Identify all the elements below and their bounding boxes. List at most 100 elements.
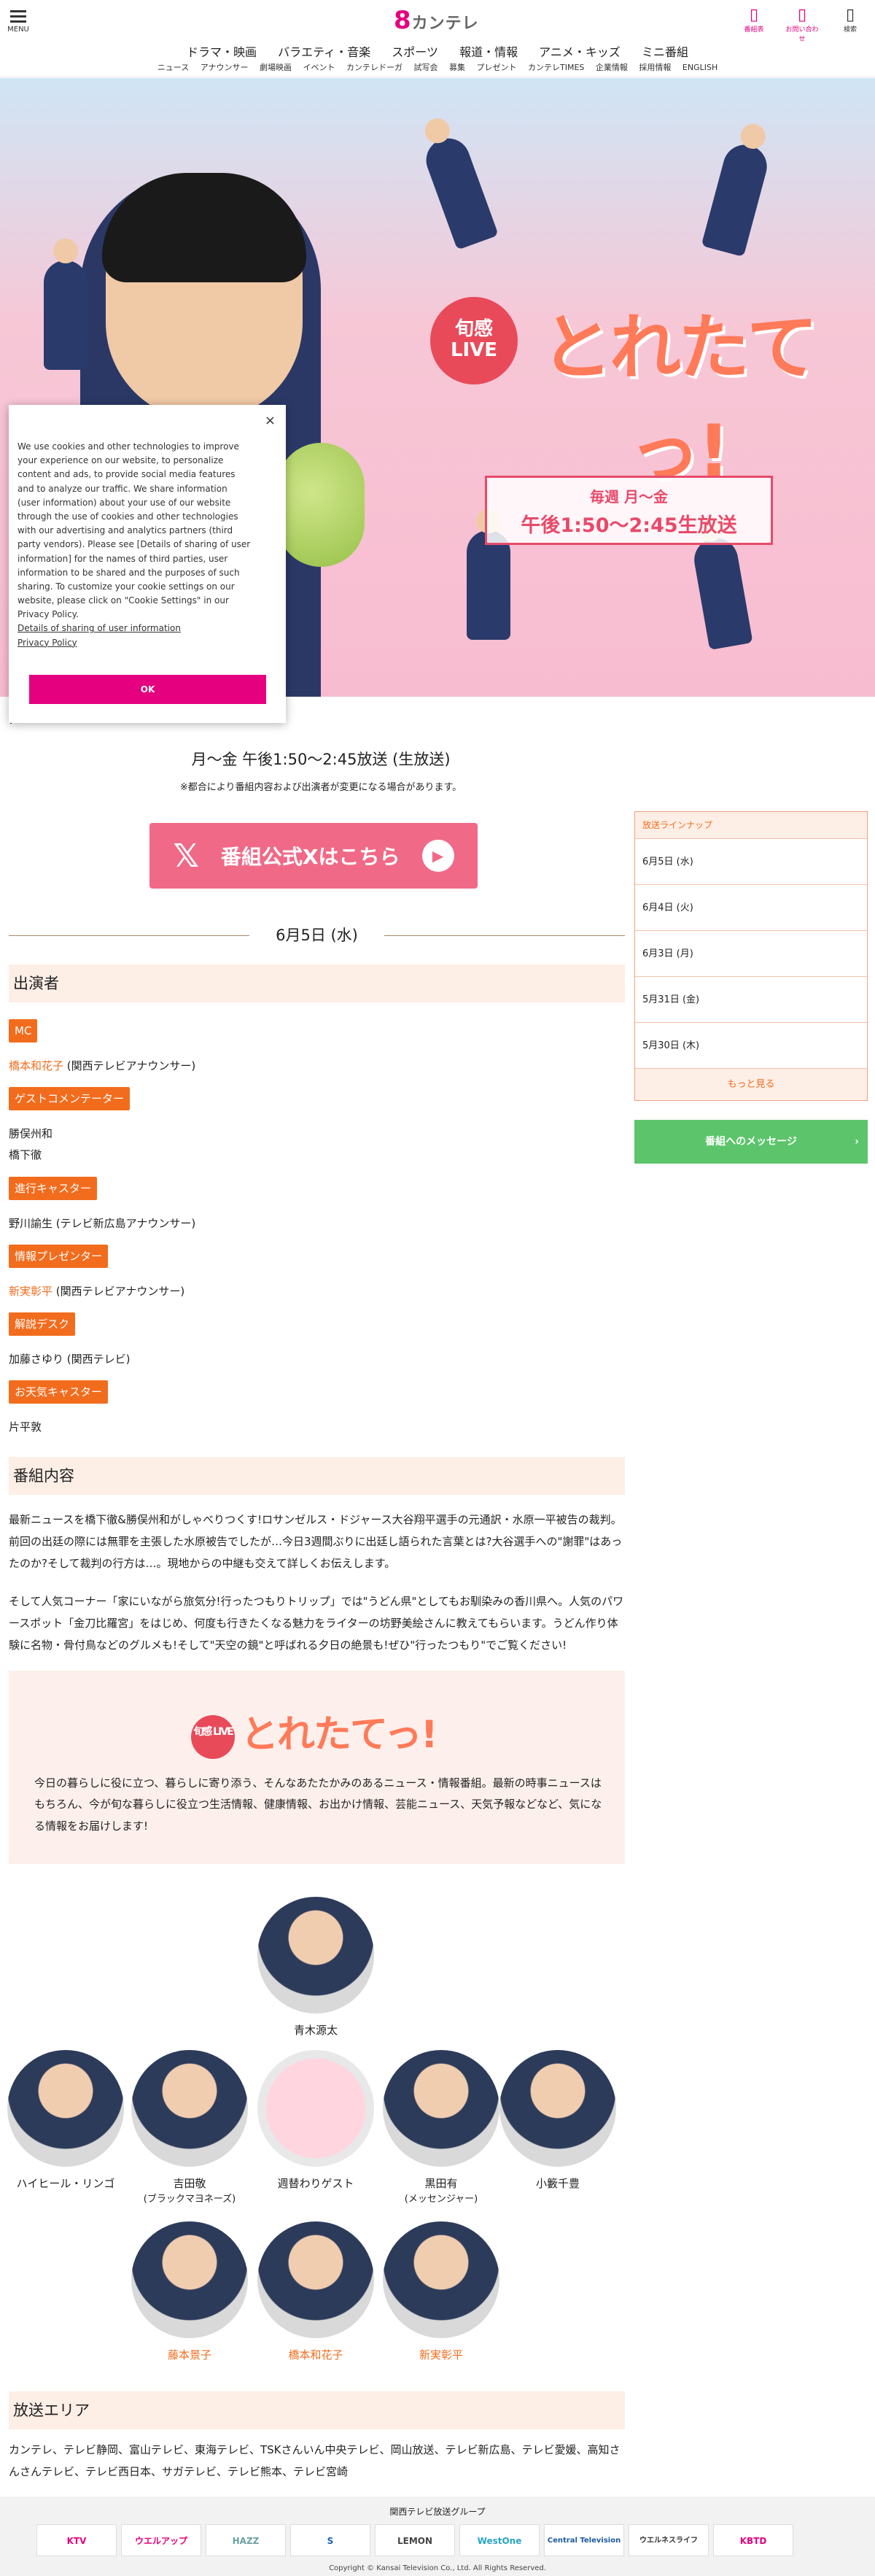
program-guide-button[interactable]: ▯ 番組表: [736, 6, 771, 43]
cast-card-name: 新実彰平: [419, 2348, 463, 2362]
area-text: カンテレ、テレビ静岡、富山テレビ、東海テレビ、TSKさんいん中央テレビ、岡山放送…: [9, 2443, 621, 2478]
role-tag-presenter: 情報プレゼンター: [9, 1245, 109, 1268]
subnav-recruit[interactable]: 募集: [449, 63, 465, 72]
contact-label: お問い合わせ: [785, 26, 819, 43]
group-logo[interactable]: ウエルアップ: [121, 2524, 201, 2556]
cast-name: 週替わりゲスト: [277, 2177, 354, 2190]
cast-name-link[interactable]: 橋本和花子: [9, 1059, 63, 1072]
lineup-item[interactable]: 6月4日 (火): [635, 884, 867, 930]
nav-sports[interactable]: スポーツ: [392, 45, 438, 59]
cast-name-link[interactable]: 新実彰平: [9, 1285, 52, 1298]
program-info-box: 旬感 LIVE とれたてっ! 今日の暮らしに役に立つ、暮らしに寄り添う、そんなあた…: [9, 1671, 625, 1864]
cast-card-tuesday[interactable]: 吉田敬 (ブラックマヨネーズ): [131, 2050, 248, 2205]
program-description: 今日の暮らしに役に立つ、暮らしに寄り添う、そんなあたたかみのあるニュース・情報番…: [34, 1776, 602, 1833]
cast-card-caster-3[interactable]: 新実彰平: [383, 2221, 499, 2362]
message-button[interactable]: 番組へのメッセージ ›: [634, 1120, 868, 1164]
group-logo[interactable]: LEMON: [375, 2524, 455, 2556]
cast-card-name: 黒田有 (メッセンジャー): [383, 2175, 499, 2205]
lineup-heading: 放送ラインナップ: [635, 812, 867, 838]
subnav-company[interactable]: 企業情報: [596, 63, 628, 72]
header-icons: ▯ 番組表 ▯ お問い合わせ ▯ 検索: [736, 6, 868, 43]
group-logo[interactable]: HAZZ: [206, 2524, 286, 2556]
ok-button[interactable]: OK: [29, 675, 266, 704]
group-logo[interactable]: KTV: [36, 2524, 117, 2556]
cast-card-name: 週替わりゲスト: [257, 2175, 374, 2191]
subnav-present[interactable]: プレゼント: [477, 63, 517, 72]
cast-photo: [257, 2050, 374, 2167]
cast-card-mc[interactable]: 青木源太: [257, 1897, 374, 2038]
logo-text: カンテレ: [411, 15, 479, 33]
details-link[interactable]: Details of sharing of user information: [18, 622, 277, 635]
cast-photo: [383, 2221, 499, 2338]
program-guide-label: 番組表: [744, 26, 764, 34]
phone-icon: ▯: [749, 6, 759, 24]
cast-card-monday[interactable]: ハイヒール・リンゴ: [7, 2050, 124, 2191]
lineup-item[interactable]: 6月5日 (水): [635, 838, 867, 884]
cast-photo: [499, 2050, 616, 2167]
cast-name: ハイヒール・リンゴ: [16, 2177, 115, 2190]
lineup-item[interactable]: 5月31日 (金): [635, 976, 867, 1022]
lineup-item[interactable]: 5月30日 (木): [635, 1022, 867, 1068]
subnav-news[interactable]: ニュース: [158, 63, 189, 72]
message-label: 番組へのメッセージ: [705, 1136, 797, 1148]
cast-photo: [257, 1897, 374, 2014]
cast-card-wednesday[interactable]: 週替わりゲスト: [257, 2050, 374, 2191]
subnav-announcer[interactable]: アナウンサー: [201, 63, 249, 72]
group-logo[interactable]: WestOne: [459, 2524, 540, 2556]
close-icon[interactable]: ×: [265, 411, 276, 432]
subnav-douga[interactable]: カンテレドーガ: [346, 63, 402, 72]
airtime-text: 月〜金 午後1:50〜2:45放送 (生放送): [191, 751, 451, 768]
content-heading: 番組内容: [9, 1457, 625, 1495]
role-tag-guest: ゲストコメンテーター: [9, 1087, 131, 1110]
x-official-banner[interactable]: 𝕏 番組公式Xはこちら ▶: [149, 823, 478, 889]
sub-nav: ニュース アナウンサー 劇場映画 イベント カンテレドーガ 試写会 募集 プレゼ…: [0, 61, 875, 73]
x-banner-label: 番組公式Xはこちら: [220, 845, 400, 869]
cast-caster: 野川諭生 (テレビ新広島アナウンサー): [9, 1217, 196, 1230]
contact-button[interactable]: ▯ お問い合わせ: [785, 6, 820, 43]
cast-photo: [7, 2050, 124, 2167]
more-button[interactable]: もっと見る: [635, 1068, 867, 1100]
nav-drama[interactable]: ドラマ・映画: [187, 45, 257, 59]
subnav-preview[interactable]: 試写会: [414, 63, 438, 72]
cast-card-friday[interactable]: 小籔千豊: [499, 2050, 616, 2191]
group-title: 関西テレビ放送グループ: [389, 2507, 486, 2517]
chevron-right-icon: ›: [855, 1136, 859, 1148]
cast-card-name: 橋本和花子: [288, 2348, 343, 2362]
cast-card-caster-2[interactable]: 橋本和花子: [257, 2221, 374, 2362]
menu-button[interactable]: MENU: [7, 7, 29, 36]
nav-mini[interactable]: ミニ番組: [642, 45, 688, 59]
lineup-item[interactable]: 6月3日 (月): [635, 930, 867, 976]
site-header: MENU 8カンテレ ▯ 番組表 ▯ お問い合わせ ▯ 検索 ドラマ・映画 バラエティ…: [0, 0, 875, 77]
nav-news-info[interactable]: 報道・情報: [459, 45, 518, 59]
hero-person-hair: [102, 173, 306, 282]
grapes-illustration: [277, 443, 365, 567]
group-logo[interactable]: Central Television: [544, 2524, 624, 2556]
play-arrow-icon: ▶: [421, 840, 454, 872]
cast-card-name: 小籔千豊: [499, 2175, 616, 2191]
subnav-career[interactable]: 採用情報: [639, 63, 671, 72]
privacy-policy-link[interactable]: Privacy Policy: [18, 636, 277, 650]
group-logo[interactable]: KBTD: [713, 2524, 793, 2556]
nav-anime[interactable]: アニメ・キッズ: [539, 45, 621, 59]
search-button[interactable]: ▯ 検索: [833, 6, 868, 43]
subnav-english[interactable]: ENGLISH: [682, 63, 718, 72]
content-paragraph-1: 最新ニュースを橋下徹&勝俣州和がしゃべりつくす!ロサンゼルス・ドジャース大谷翔平…: [9, 1513, 623, 1570]
site-logo[interactable]: 8カンテレ: [394, 6, 479, 35]
mini-figure: [467, 508, 510, 640]
cast-card-name: 吉田敬 (ブラックマヨネーズ): [131, 2175, 248, 2205]
cast-name: 吉田敬: [173, 2177, 206, 2190]
group-logo[interactable]: ウエルネスライフ: [629, 2524, 709, 2556]
cast-card-caster-1[interactable]: 藤本景子: [131, 2221, 248, 2362]
cast-card-thursday[interactable]: 黒田有 (メッセンジャー): [383, 2050, 499, 2205]
nav-variety[interactable]: バラエティ・音楽: [278, 45, 370, 59]
subnav-event[interactable]: イベント: [303, 63, 335, 72]
group-logo[interactable]: S: [290, 2524, 370, 2556]
cast-photo: [131, 2050, 248, 2167]
subnav-times[interactable]: カンテレTIMES: [528, 63, 584, 72]
cast-mc: 橋本和花子 (関西テレビアナウンサー): [9, 1058, 195, 1073]
role-tag-desk: 解説デスク: [9, 1312, 76, 1336]
cast-guest-2: 橋下徹: [9, 1148, 42, 1161]
subnav-movie[interactable]: 劇場映画: [260, 63, 292, 72]
mini-figure: [691, 514, 753, 651]
cast-name: 小籔千豊: [535, 2177, 580, 2190]
